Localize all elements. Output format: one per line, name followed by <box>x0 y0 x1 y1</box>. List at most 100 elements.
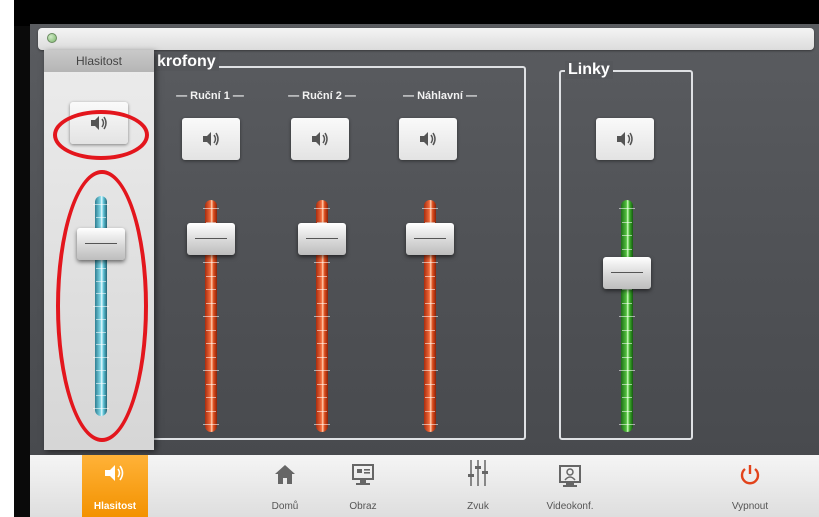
slider-tick <box>425 276 435 277</box>
slider-tick <box>314 208 330 209</box>
slider-tick <box>314 262 330 263</box>
slider-linky[interactable] <box>597 200 657 432</box>
nav-label: Domů <box>271 501 299 512</box>
slider-nahlavni[interactable] <box>400 200 460 432</box>
speaker-icon <box>312 132 328 146</box>
slider-tick <box>317 303 327 304</box>
nav-vypnout[interactable]: Vypnout <box>720 455 780 517</box>
slider-tick <box>206 397 216 398</box>
slider-tick <box>622 357 632 358</box>
slider-rucni-1[interactable] <box>181 200 241 432</box>
title-bar <box>38 28 814 50</box>
mute-button-rucni-2[interactable] <box>291 118 349 160</box>
slider-tick <box>314 424 330 425</box>
channel-label-nahlavni: — Náhlavní — <box>403 90 477 102</box>
slider-tick <box>425 343 435 344</box>
speaker-icon <box>105 465 124 481</box>
slider-tick <box>622 397 632 398</box>
slider-tick <box>425 330 435 331</box>
channel-label-rucni-1: — Ruční 1 — <box>176 90 244 102</box>
slider-tick <box>206 289 216 290</box>
mixer-icon <box>468 460 488 486</box>
mute-button-rucni-1[interactable] <box>182 118 240 160</box>
nav-domu[interactable]: Domů <box>255 455 315 517</box>
slider-tick <box>422 316 438 317</box>
slider-tick <box>619 370 635 371</box>
mics-group-title: krofony <box>154 53 219 71</box>
slider-knob[interactable] <box>603 257 651 289</box>
speaker-icon <box>420 132 436 146</box>
slider-tick <box>622 249 632 250</box>
slider-tick <box>425 397 435 398</box>
nav-hlasitost[interactable]: Hlasitost <box>82 455 148 517</box>
slider-tick <box>425 411 435 412</box>
slider-tick <box>622 411 632 412</box>
slider-tick <box>622 235 632 236</box>
slider-knob[interactable] <box>298 223 346 255</box>
slider-tick <box>203 370 219 371</box>
mute-button-nahlavni[interactable] <box>399 118 457 160</box>
power-icon <box>740 465 760 485</box>
slider-knob[interactable] <box>187 223 235 255</box>
mute-button-linky[interactable] <box>596 118 654 160</box>
home-icon <box>275 465 295 484</box>
slider-tick <box>206 411 216 412</box>
speaker-icon <box>203 132 219 146</box>
channel-label-rucni-2: — Ruční 2 — <box>288 90 356 102</box>
photo-frame: krofony Linky — Ruční 1 — — Ruční 2 — — … <box>0 0 819 517</box>
slider-tick <box>622 343 632 344</box>
slider-tick <box>622 384 632 385</box>
slider-tick <box>317 357 327 358</box>
annotation-circle-slider <box>56 170 148 442</box>
slider-tick <box>422 424 438 425</box>
touch-screen: krofony Linky — Ruční 1 — — Ruční 2 — — … <box>30 24 819 517</box>
slider-tick <box>206 330 216 331</box>
slider-tick <box>206 276 216 277</box>
slider-tick <box>314 370 330 371</box>
slider-tick <box>203 208 219 209</box>
slider-tick <box>203 424 219 425</box>
slider-tick <box>203 316 219 317</box>
slider-tick <box>622 222 632 223</box>
slider-tick <box>619 316 635 317</box>
slider-tick <box>317 289 327 290</box>
slider-tick <box>314 316 330 317</box>
slider-tick <box>619 424 635 425</box>
slider-tick <box>206 303 216 304</box>
slider-tick <box>317 343 327 344</box>
nav-zvuk[interactable]: Zvuk <box>448 455 508 517</box>
bezel-top <box>14 0 819 26</box>
nav-label: Vypnout <box>731 501 769 512</box>
annotation-circle-mute <box>53 110 149 160</box>
slider-tick <box>317 411 327 412</box>
nav-label: Obraz <box>349 501 377 512</box>
slider-tick <box>206 384 216 385</box>
slider-tick <box>425 303 435 304</box>
slider-tick <box>425 289 435 290</box>
videoconference-icon <box>559 465 581 487</box>
slider-tick <box>203 262 219 263</box>
volume-panel-title: Hlasitost <box>44 50 154 72</box>
slider-tick <box>206 343 216 344</box>
slider-tick <box>425 384 435 385</box>
monitor-icon <box>352 464 374 485</box>
nav-videokonf[interactable]: Videokonf. <box>535 455 605 517</box>
slider-tick <box>317 384 327 385</box>
slider-tick <box>425 357 435 358</box>
slider-rucni-2[interactable] <box>292 200 352 432</box>
nav-label: Videokonf. <box>546 501 594 512</box>
speaker-icon <box>617 132 633 146</box>
window-dot-icon <box>47 33 57 43</box>
slider-tick <box>619 208 635 209</box>
slider-tick <box>422 208 438 209</box>
nav-label: Hlasitost <box>93 501 137 512</box>
slider-tick <box>317 397 327 398</box>
slider-tick <box>317 330 327 331</box>
slider-knob[interactable] <box>406 223 454 255</box>
slider-tick <box>622 303 632 304</box>
slider-tick <box>206 357 216 358</box>
nav-obraz[interactable]: Obraz <box>333 455 393 517</box>
slider-tick <box>622 330 632 331</box>
bottom-nav: Hlasitost Domů Obraz Zvuk Videokonf. Vyp… <box>30 455 819 517</box>
slider-tick <box>422 262 438 263</box>
